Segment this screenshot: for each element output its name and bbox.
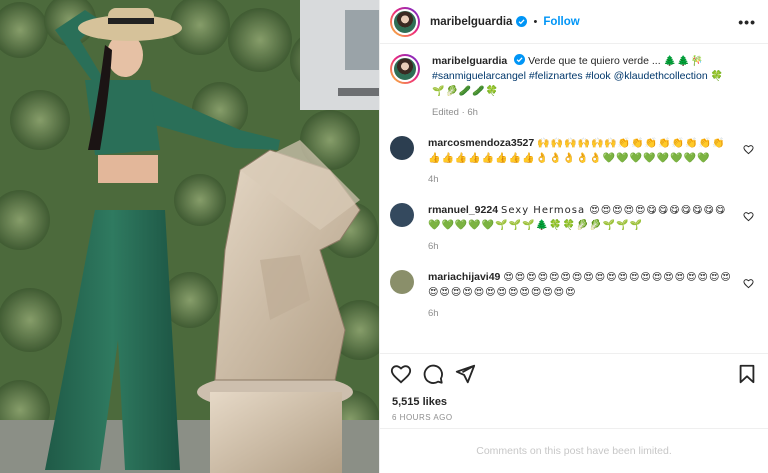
follow-button[interactable]: Follow bbox=[543, 16, 579, 28]
comment-username[interactable]: marcosmendoza3527 bbox=[428, 137, 534, 149]
comments-limited-notice: Comments on this post have been limited. bbox=[476, 445, 672, 457]
comment-time: 4h bbox=[428, 174, 439, 185]
verified-badge-icon bbox=[514, 54, 526, 65]
like-comment-heart-icon[interactable] bbox=[743, 144, 754, 155]
save-bookmark-icon[interactable] bbox=[736, 363, 758, 385]
comment-time: 6h bbox=[428, 308, 439, 319]
post-sidebar: maribelguardia • Follow ••• maribelguard… bbox=[379, 0, 768, 473]
comment-bubble-icon[interactable] bbox=[422, 363, 444, 385]
caption-avatar[interactable] bbox=[390, 54, 420, 84]
caption-emojis-3: 🌱🥬🥒🥒🍀 bbox=[432, 86, 500, 97]
likes-count[interactable]: 5,515 likes bbox=[380, 393, 768, 411]
caption-emojis-1: 🌲🌲🎋 bbox=[663, 56, 704, 67]
caption-meta: Edited · 6h bbox=[432, 107, 478, 118]
mention-link[interactable]: @klaudethcollection bbox=[614, 70, 708, 82]
comment-username[interactable]: mariachijavi49 bbox=[428, 271, 500, 283]
hashtag-link[interactable]: #look bbox=[586, 70, 611, 82]
comment-time: 6h bbox=[428, 241, 439, 252]
post-photo[interactable] bbox=[0, 0, 379, 473]
comment-item: rmanuel_9224 Sexy Hermosa 😍😍😍😍😍😋😋😋😋😋😋😋💚💚… bbox=[390, 203, 756, 254]
share-send-icon[interactable] bbox=[454, 363, 476, 385]
comment-body: rmanuel_9224 Sexy Hermosa 😍😍😍😍😍😋😋😋😋😋😋😋💚💚… bbox=[428, 203, 756, 254]
caption-username[interactable]: maribelguardia bbox=[432, 55, 507, 67]
caption-emojis-2: 🍀 bbox=[710, 71, 725, 82]
author-avatar[interactable] bbox=[390, 6, 420, 37]
post-header: maribelguardia • Follow ••• bbox=[380, 0, 768, 44]
post-timestamp: 6 HOURS AGO bbox=[380, 411, 768, 429]
commenter-avatar[interactable] bbox=[390, 270, 414, 294]
author-username[interactable]: maribelguardia bbox=[430, 16, 512, 28]
instagram-post: maribelguardia • Follow ••• maribelguard… bbox=[0, 0, 768, 473]
action-bar bbox=[380, 353, 768, 393]
commenter-avatar[interactable] bbox=[390, 203, 414, 227]
caption-body: maribelguardia Verde que te quiero verde… bbox=[432, 54, 756, 120]
comment-body: marcosmendoza3527 🙌🙌🙌🙌🙌🙌👏👏👏👏👏👏👏👏👍👍👍👍👍👍👍👍… bbox=[428, 136, 756, 187]
comments-area[interactable]: maribelguardia Verde que te quiero verde… bbox=[380, 44, 768, 353]
like-comment-heart-icon[interactable] bbox=[743, 278, 754, 289]
comment-body: mariachijavi49 😍😍😍😍😍😍😍😍😍😍😍😍😍😍😍😍😍😍😍😍😍😍😍😍😍… bbox=[428, 270, 756, 321]
comment-item: marcosmendoza3527 🙌🙌🙌🙌🙌🙌👏👏👏👏👏👏👏👏👍👍👍👍👍👍👍👍… bbox=[390, 136, 756, 187]
hashtag-link[interactable]: #feliznartes bbox=[529, 70, 583, 82]
more-options-icon[interactable]: ••• bbox=[738, 14, 756, 30]
like-heart-icon[interactable] bbox=[390, 363, 412, 385]
verified-badge-icon bbox=[516, 16, 528, 27]
hashtag-link[interactable]: #sanmiguelarcangel bbox=[432, 70, 526, 82]
comment-username[interactable]: rmanuel_9224 bbox=[428, 204, 498, 216]
caption: maribelguardia Verde que te quiero verde… bbox=[390, 54, 756, 120]
like-comment-heart-icon[interactable] bbox=[743, 211, 754, 222]
comment-item: mariachijavi49 😍😍😍😍😍😍😍😍😍😍😍😍😍😍😍😍😍😍😍😍😍😍😍😍😍… bbox=[390, 270, 756, 321]
commenter-avatar[interactable] bbox=[390, 136, 414, 160]
separator-dot: • bbox=[533, 15, 538, 28]
caption-text: Verde que te quiero verde ... bbox=[528, 55, 664, 67]
photo-illustration bbox=[0, 0, 379, 473]
